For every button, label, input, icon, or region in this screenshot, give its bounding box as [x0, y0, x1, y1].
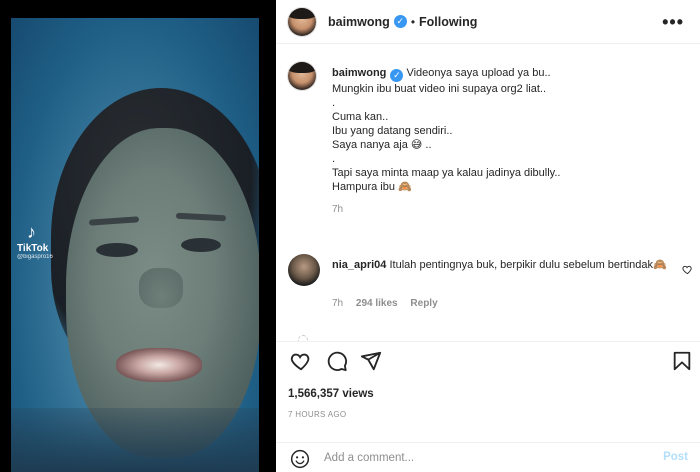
more-options-icon[interactable]: •••: [662, 12, 684, 33]
caption-body: baimwong ✓ Videonya saya upload ya bu.. M…: [332, 66, 672, 217]
caption-line: Mungkin ibu buat video ini supaya org2 l…: [332, 83, 547, 95]
comment-text: Itulah pentingnya buk, berpikir dulu seb…: [389, 259, 667, 271]
comment-likes[interactable]: 294 likes: [356, 298, 398, 309]
media-panel: ♪ TikTok @bigaspro16: [0, 0, 276, 472]
header-separator: •: [410, 14, 416, 29]
add-comment-bar: Post: [276, 442, 700, 472]
video-eye-right: [181, 238, 221, 252]
caption-time: 7h: [332, 204, 344, 215]
heart-icon[interactable]: [290, 350, 312, 377]
caption-line: Hampura ibu 🙈: [332, 181, 412, 193]
verified-badge-icon: ✓: [393, 15, 407, 28]
emoji-icon[interactable]: [290, 449, 310, 472]
tiktok-brand: TikTok: [17, 243, 49, 254]
comment-like-icon[interactable]: [682, 264, 693, 278]
caption-avatar[interactable]: [288, 62, 316, 90]
post-panel: baimwong ✓ • Following ••• baimwong ✓ Vid…: [276, 0, 700, 472]
following-button[interactable]: Following: [419, 15, 477, 29]
caption-line: baimwong ✓ Videonya saya upload ya bu..: [332, 66, 672, 82]
caption-line: Saya nanya aja 😅 ..: [332, 139, 432, 151]
header-username[interactable]: baimwong: [328, 15, 390, 29]
caption-line: .: [332, 97, 336, 109]
caption-line: Tapi saya minta maap ya kalau jadinya di…: [332, 167, 561, 179]
avatar[interactable]: [288, 7, 316, 36]
comment-bubble-icon[interactable]: [326, 350, 348, 377]
video-eye-left: [96, 243, 138, 257]
comment-username[interactable]: nia_apri04: [332, 259, 386, 271]
comment-avatar[interactable]: [288, 254, 320, 286]
post-header: baimwong ✓ • Following •••: [276, 0, 700, 44]
video-mouth: [116, 348, 202, 382]
reply-button[interactable]: Reply: [410, 298, 437, 309]
caption-username[interactable]: baimwong: [332, 67, 386, 79]
comments-list[interactable]: baimwong ✓ Videonya saya upload ya bu.. M…: [276, 45, 700, 341]
tiktok-handle: @bigaspro16: [17, 254, 53, 260]
caption-text: Videonya saya upload ya bu..: [406, 67, 551, 79]
verified-badge-icon: ✓: [390, 69, 404, 82]
posted-time[interactable]: 7 HOURS AGO: [288, 410, 346, 419]
caption-line: Ibu yang datang sendiri..: [332, 125, 453, 137]
bookmark-icon[interactable]: [671, 350, 693, 377]
share-icon[interactable]: [360, 350, 382, 377]
caption-line: Cuma kan..: [332, 111, 389, 123]
post-button[interactable]: Post: [663, 451, 688, 463]
comment-time: 7h: [332, 298, 344, 309]
video-frame[interactable]: ♪ TikTok @bigaspro16: [11, 18, 259, 472]
comment-meta: 7h 294 likes Reply: [332, 298, 448, 309]
caption-line: .: [332, 153, 336, 165]
video-nose: [139, 268, 183, 308]
comment-body: nia_apri04 Itulah pentingnya buk, berpik…: [332, 258, 672, 272]
add-comment-input[interactable]: [324, 449, 644, 467]
video-shoulder: [11, 408, 259, 472]
action-bar: [276, 341, 700, 383]
tiktok-logo-icon: ♪: [27, 222, 36, 242]
view-count[interactable]: 1,566,357 views: [288, 388, 374, 400]
tiktok-watermark: ♪ TikTok @bigaspro16: [17, 223, 53, 260]
